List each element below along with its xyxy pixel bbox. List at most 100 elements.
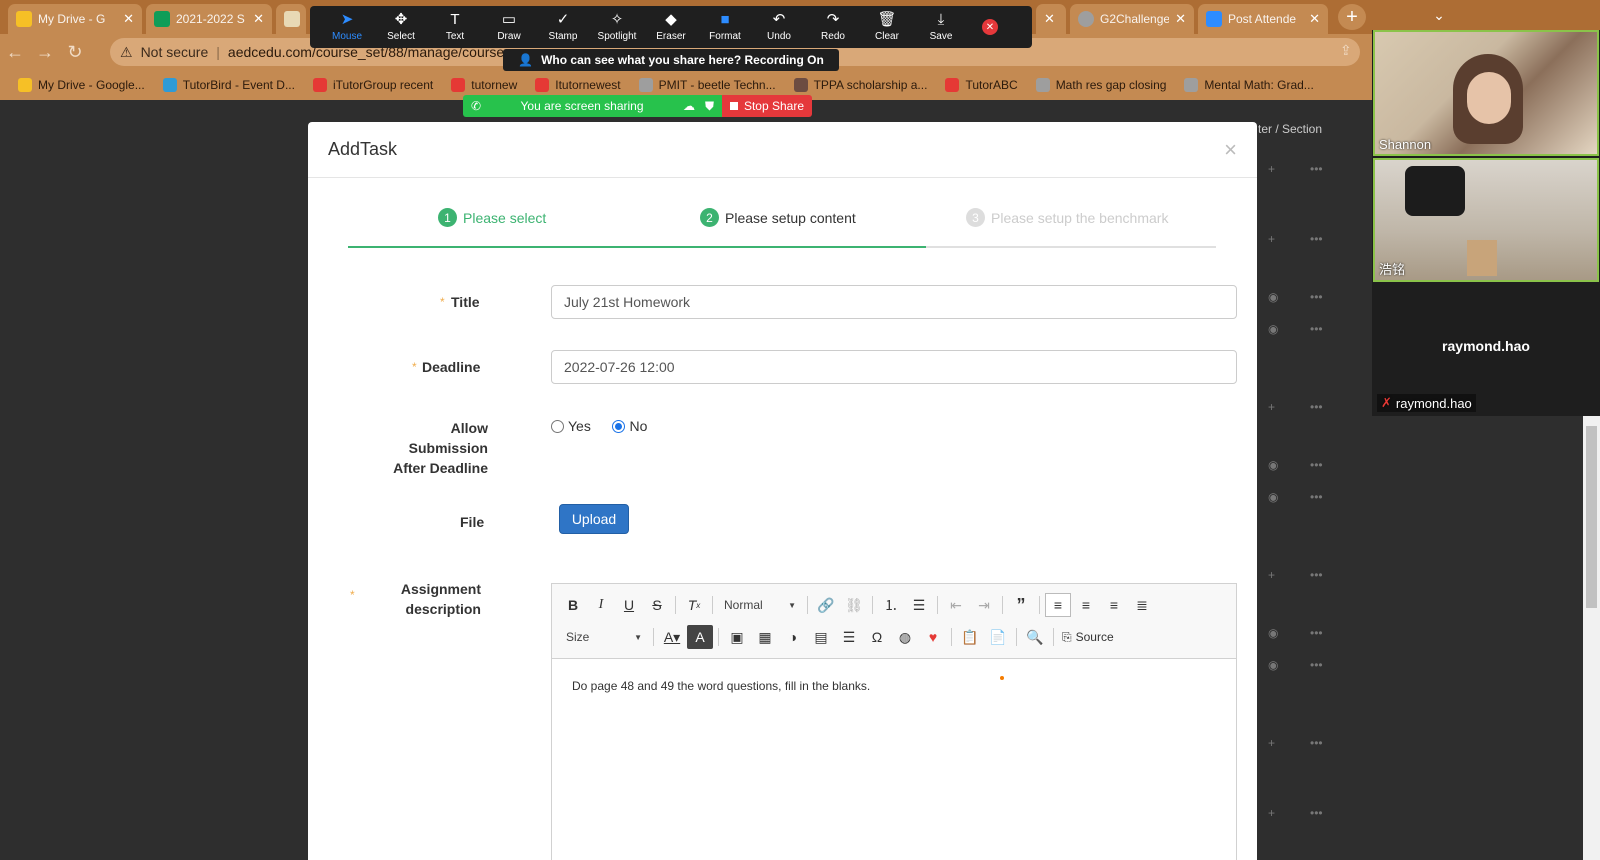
unlink-icon[interactable]: ⛓	[841, 593, 867, 617]
editor-content[interactable]: Do page 48 and 49 the word questions, fi…	[552, 659, 1236, 713]
plus-icon[interactable]: +	[1268, 162, 1275, 176]
browser-tab-hidden[interactable]: ✕	[1036, 4, 1066, 34]
paste-text-icon[interactable]: 📋	[957, 625, 983, 649]
reload-icon[interactable]: ↻	[60, 37, 90, 67]
paste-word-icon[interactable]: 📄	[985, 625, 1011, 649]
video-tile-shannon[interactable]: Shannon	[1373, 30, 1599, 156]
bookmark-item[interactable]: Mental Math: Grad...	[1184, 78, 1314, 92]
bookmark-item[interactable]: tutornew	[451, 78, 517, 92]
indent-icon[interactable]: ⇥	[971, 593, 997, 617]
step-1[interactable]: 1 Please select	[438, 208, 546, 227]
page-scrollbar[interactable]	[1583, 416, 1600, 860]
plugin-icon[interactable]: ♥	[920, 625, 946, 649]
scrollbar-thumb[interactable]	[1586, 426, 1597, 608]
eye-icon[interactable]: ◉	[1268, 322, 1278, 336]
title-input[interactable]: July 21st Homework	[551, 285, 1237, 319]
bookmark-item[interactable]: TutorABC	[945, 78, 1018, 92]
blockquote-icon[interactable]: ”	[1008, 593, 1034, 617]
section-dropdown[interactable]: ter / Section	[1258, 122, 1322, 136]
gallery-icon[interactable]: ▦	[752, 625, 778, 649]
close-annotation-icon[interactable]: ✕	[982, 19, 998, 35]
bookmark-item[interactable]: Math res gap closing	[1035, 78, 1166, 92]
zoom-tool-clear[interactable]: 🗑 Clear	[860, 7, 914, 47]
eye-icon[interactable]: ◉	[1268, 458, 1278, 472]
radio-yes[interactable]: Yes	[551, 418, 591, 434]
close-icon[interactable]: ✕	[123, 11, 134, 27]
plus-icon[interactable]: +	[1268, 736, 1275, 750]
more-icon[interactable]: •••	[1310, 568, 1323, 582]
zoom-tool-undo[interactable]: ↶ Undo	[752, 7, 806, 47]
tab-search-icon[interactable]: ⌄	[1416, 0, 1462, 30]
align-left-icon[interactable]: ≡	[1045, 593, 1071, 617]
radio-button-selected[interactable]	[612, 419, 626, 433]
align-right-icon[interactable]: ≡	[1101, 593, 1127, 617]
close-icon[interactable]: ✕	[1309, 11, 1320, 27]
text-color-icon[interactable]: A▾	[659, 625, 685, 649]
close-icon[interactable]: ×	[1224, 137, 1237, 163]
italic-icon[interactable]: I	[588, 593, 614, 617]
bookmark-item[interactable]: TutorBird - Event D...	[162, 78, 295, 92]
more-icon[interactable]: •••	[1310, 626, 1323, 640]
plus-icon[interactable]: +	[1268, 232, 1275, 246]
video-tile-haoming[interactable]: 浩铭	[1373, 158, 1599, 282]
more-icon[interactable]: •••	[1310, 736, 1323, 750]
deadline-input[interactable]: 2022-07-26 12:00	[551, 350, 1237, 384]
more-icon[interactable]: •••	[1310, 658, 1323, 672]
eye-icon[interactable]: ◉	[1268, 290, 1278, 304]
share-icon[interactable]: ⇪	[1340, 42, 1352, 59]
upload-button[interactable]: Upload	[559, 504, 629, 534]
recording-notice[interactable]: 👤 Who can see what you share here? Recor…	[503, 49, 839, 71]
horizontal-rule-icon[interactable]: ☰	[836, 625, 862, 649]
clear-format-icon[interactable]: Tx	[681, 593, 707, 617]
image-icon[interactable]: ▣	[724, 625, 750, 649]
plus-icon[interactable]: +	[1268, 400, 1275, 414]
background-color-icon[interactable]: A	[687, 625, 713, 649]
more-icon[interactable]: •••	[1310, 806, 1323, 820]
more-icon[interactable]: •••	[1310, 490, 1323, 504]
eye-icon[interactable]: ◉	[1268, 658, 1278, 672]
browser-tab-post-attendee[interactable]: Post Attende ✕	[1198, 4, 1328, 34]
format-select[interactable]: Normal ▼	[718, 593, 802, 617]
eye-icon[interactable]: ◉	[1268, 490, 1278, 504]
plus-icon[interactable]: +	[1268, 568, 1275, 582]
zoom-tool-eraser[interactable]: ◆ Eraser	[644, 7, 698, 47]
strikethrough-icon[interactable]: S	[644, 593, 670, 617]
more-icon[interactable]: •••	[1310, 232, 1323, 246]
bookmark-item[interactable]: PMIT - beetle Techn...	[638, 78, 776, 92]
step-2[interactable]: 2 Please setup content	[700, 208, 856, 227]
forward-icon[interactable]: →	[30, 37, 60, 67]
bullet-list-icon[interactable]: ☰	[906, 593, 932, 617]
iframe-icon[interactable]: ◍	[892, 625, 918, 649]
bold-icon[interactable]: B	[560, 593, 586, 617]
align-center-icon[interactable]: ≡	[1073, 593, 1099, 617]
eye-icon[interactable]: ◉	[1268, 626, 1278, 640]
zoom-tool-mouse[interactable]: ➤ Mouse	[320, 7, 374, 47]
close-icon[interactable]: ✕	[1175, 11, 1186, 27]
zoom-tool-format[interactable]: ■ Format	[698, 7, 752, 47]
outdent-icon[interactable]: ⇤	[943, 593, 969, 617]
underline-icon[interactable]: U	[616, 593, 642, 617]
link-icon[interactable]: 🔗	[813, 593, 839, 617]
bookmark-item[interactable]: TPPA scholarship a...	[793, 78, 927, 92]
browser-tab-misc[interactable]	[276, 4, 306, 34]
back-icon[interactable]: ←	[0, 37, 30, 67]
close-icon[interactable]: ✕	[253, 11, 264, 27]
bookmark-item[interactable]: Itutornewest	[535, 78, 621, 92]
step-3[interactable]: 3 Please setup the benchmark	[966, 208, 1168, 227]
plus-icon[interactable]: +	[1268, 806, 1275, 820]
zoom-tool-spotlight[interactable]: ✧ Spotlight	[590, 7, 644, 47]
find-icon[interactable]: 🔍	[1022, 625, 1048, 649]
new-tab-button[interactable]: +	[1338, 4, 1366, 30]
zoom-tool-draw[interactable]: ▭ Draw	[482, 7, 536, 47]
zoom-tool-redo[interactable]: ↷ Redo	[806, 7, 860, 47]
video-tile-raymond[interactable]: raymond.hao ✗ raymond.hao	[1373, 284, 1599, 414]
numbered-list-icon[interactable]: ⒈	[878, 593, 904, 617]
zoom-tool-save[interactable]: ⤓ Save	[914, 7, 968, 47]
align-justify-icon[interactable]: ≣	[1129, 593, 1155, 617]
browser-tab-g2challenge[interactable]: G2Challenge ✕	[1070, 4, 1194, 34]
zoom-tool-stamp[interactable]: ✓ Stamp	[536, 7, 590, 47]
more-icon[interactable]: •••	[1310, 290, 1323, 304]
more-icon[interactable]: •••	[1310, 400, 1323, 414]
more-icon[interactable]: •••	[1310, 322, 1323, 336]
source-button[interactable]: ⎘ Source	[1059, 625, 1117, 649]
